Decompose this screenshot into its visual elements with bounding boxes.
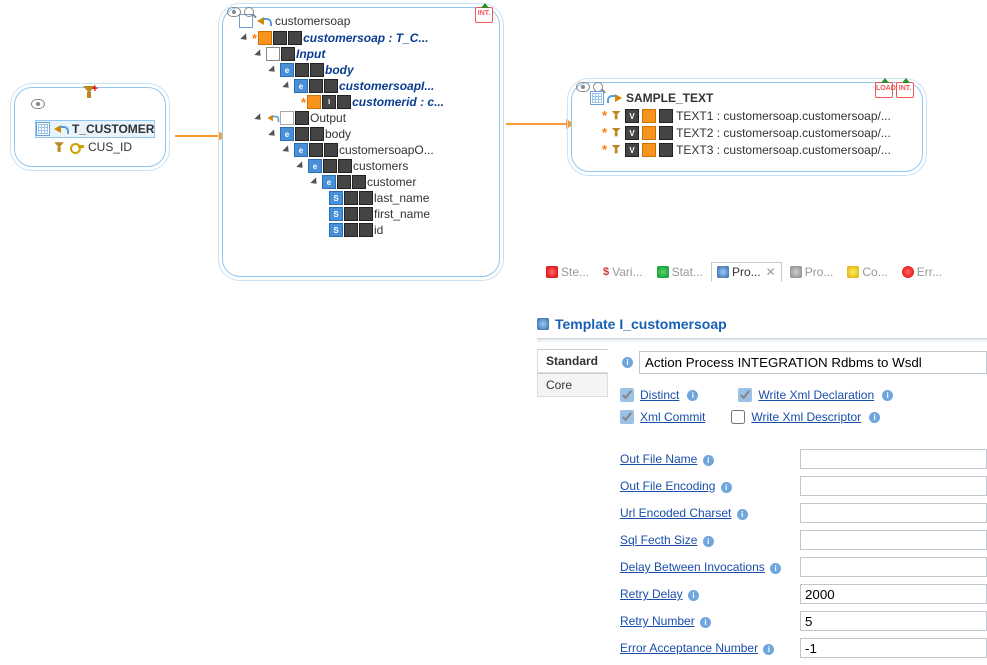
- arrow-left-icon: [54, 123, 68, 135]
- action-input[interactable]: [639, 351, 987, 374]
- funnel-icon: [54, 142, 64, 152]
- table-icon: [590, 91, 604, 105]
- retry-num-label[interactable]: Retry Number: [620, 614, 695, 628]
- info-icon[interactable]: i: [703, 536, 714, 547]
- info-icon[interactable]: i: [869, 412, 880, 423]
- side-tab-core[interactable]: Core: [537, 373, 608, 397]
- info-icon[interactable]: i: [700, 617, 711, 628]
- source-node[interactable]: + T_CUSTOMER CUS_ID: [10, 83, 170, 171]
- side-tabs: Standard Core: [537, 349, 608, 665]
- transform-node[interactable]: customersoap *customersoap : T_C... Inpu…: [218, 3, 504, 281]
- distinct-label[interactable]: Distinct: [640, 388, 679, 402]
- write-decl-checkbox[interactable]: [738, 388, 752, 402]
- transform-title: customersoap: [275, 14, 350, 28]
- source-title: T_CUSTOMER: [72, 122, 154, 136]
- err-acc-input[interactable]: [800, 638, 987, 658]
- panel-title: Template I_customersoap: [537, 312, 987, 336]
- write-desc-label[interactable]: Write Xml Descriptor: [751, 410, 861, 424]
- eye-icon[interactable]: [31, 98, 45, 112]
- target-row: *VTEXT2 : customersoap.customersoap/...: [602, 124, 912, 141]
- sql-fetch-label[interactable]: Sql Fecth Size: [620, 533, 697, 547]
- transform-tree[interactable]: *customersoap : T_C... Input ebody ecust…: [223, 30, 499, 244]
- target-node[interactable]: SAMPLE_TEXT *VTEXT1 : customersoap.custo…: [567, 78, 927, 176]
- eye-icon[interactable]: [227, 7, 241, 17]
- close-icon[interactable]: ✕: [766, 265, 776, 279]
- properties-panel: Template I_customersoap Standard Core i …: [537, 312, 987, 665]
- side-tab-standard[interactable]: Standard: [537, 349, 608, 373]
- tab-step[interactable]: Ste...: [540, 262, 595, 282]
- target-fields: *VTEXT1 : customersoap.customersoap/... …: [572, 107, 922, 164]
- source-field: CUS_ID: [88, 140, 132, 154]
- int-badge-icon: [475, 7, 493, 23]
- retry-delay-label[interactable]: Retry Delay: [620, 587, 683, 601]
- search-icon[interactable]: [244, 7, 257, 20]
- retry-num-input[interactable]: [800, 611, 987, 631]
- arrow-left-icon: [257, 15, 271, 27]
- url-charset-input[interactable]: [800, 503, 987, 523]
- xml-commit-checkbox[interactable]: [620, 410, 634, 424]
- eye-icon[interactable]: [576, 82, 590, 92]
- key-icon: [70, 141, 84, 153]
- distinct-checkbox[interactable]: [620, 388, 634, 402]
- connection-arrow: [506, 123, 566, 125]
- info-icon[interactable]: i: [882, 390, 893, 401]
- target-row: *VTEXT1 : customersoap.customersoap/...: [602, 107, 912, 124]
- target-title: SAMPLE_TEXT: [626, 91, 713, 105]
- out-file-name-input[interactable]: [800, 449, 987, 469]
- tab-processes[interactable]: Pro...: [784, 262, 840, 282]
- tab-errors[interactable]: Err...: [896, 262, 948, 282]
- arrow-right-icon: [608, 92, 622, 104]
- target-row: *VTEXT3 : customersoap.customersoap/...: [602, 141, 912, 158]
- connection-arrow: [175, 135, 218, 137]
- table-icon: [36, 122, 50, 136]
- bottom-tab-bar: Ste... $Vari... Stat... Pro...✕ Pro... C…: [540, 262, 948, 282]
- info-icon[interactable]: i: [770, 563, 781, 574]
- badge-icon: [307, 95, 321, 109]
- info-icon[interactable]: i: [763, 644, 774, 655]
- url-charset-label[interactable]: Url Encoded Charset: [620, 506, 731, 520]
- delay-inv-label[interactable]: Delay Between Invocations: [620, 560, 765, 574]
- mapping-canvas: + T_CUSTOMER CUS_ID: [0, 0, 987, 300]
- filter-icon[interactable]: +: [83, 86, 96, 102]
- info-icon[interactable]: i: [721, 482, 732, 493]
- info-icon[interactable]: i: [703, 455, 714, 466]
- sql-fetch-input[interactable]: [800, 530, 987, 550]
- out-file-name-label[interactable]: Out File Name: [620, 452, 697, 466]
- tab-properties[interactable]: Pro...✕: [711, 262, 782, 282]
- badge-icon: [258, 31, 272, 45]
- write-decl-label[interactable]: Write Xml Declaration: [758, 388, 874, 402]
- template-icon: [537, 318, 549, 330]
- err-acc-label[interactable]: Error Acceptance Number: [620, 641, 758, 655]
- tab-variables[interactable]: $Vari...: [597, 262, 649, 282]
- xml-commit-label[interactable]: Xml Commit: [640, 410, 705, 424]
- info-icon[interactable]: i: [622, 357, 633, 368]
- write-desc-checkbox[interactable]: [731, 410, 745, 424]
- load-badge-icon: [875, 82, 893, 98]
- info-icon[interactable]: i: [688, 590, 699, 601]
- int-badge-icon: [896, 82, 914, 98]
- out-file-enc-input[interactable]: [800, 476, 987, 496]
- tab-console[interactable]: Co...: [841, 262, 893, 282]
- delay-inv-input[interactable]: [800, 557, 987, 577]
- info-icon[interactable]: i: [737, 509, 748, 520]
- tab-stats[interactable]: Stat...: [651, 262, 709, 282]
- retry-delay-input[interactable]: [800, 584, 987, 604]
- out-file-enc-label[interactable]: Out File Encoding: [620, 479, 715, 493]
- info-icon[interactable]: i: [687, 390, 698, 401]
